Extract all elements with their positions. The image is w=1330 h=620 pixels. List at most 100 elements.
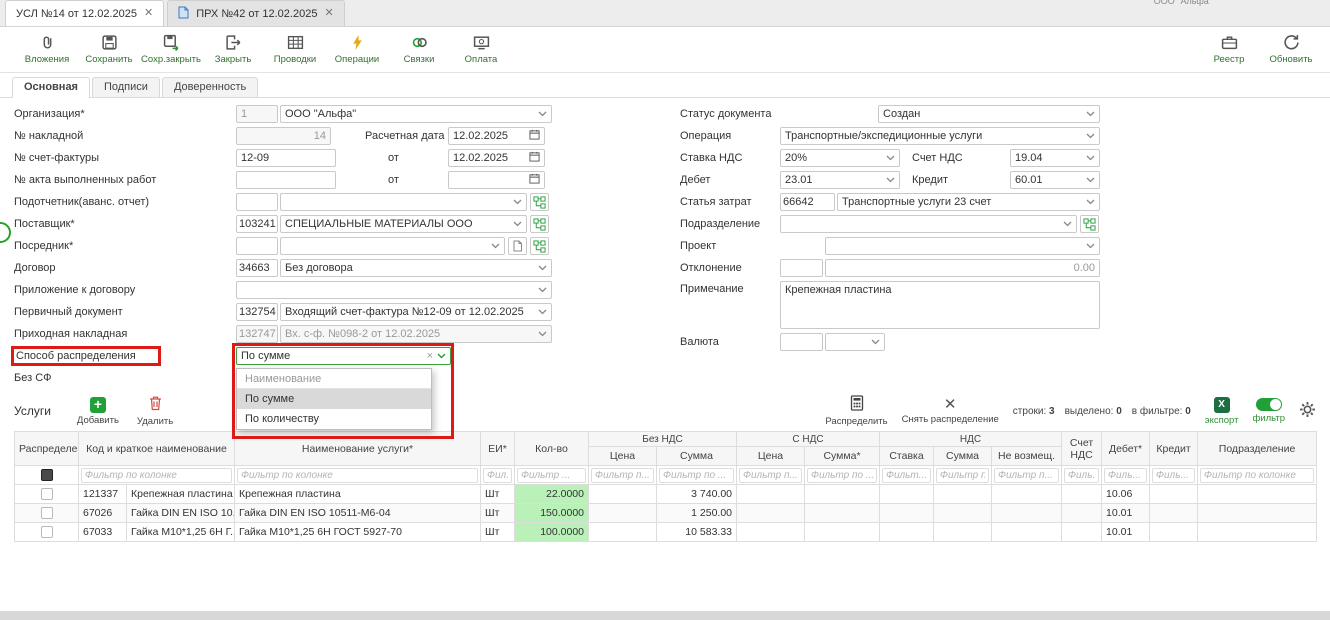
save-button[interactable]: Сохранить bbox=[78, 34, 140, 65]
filter-division-input[interactable] bbox=[1200, 468, 1314, 483]
currency-select[interactable] bbox=[825, 333, 885, 351]
col-qty[interactable]: Кол-во bbox=[515, 432, 589, 466]
filter-nonrefund-input[interactable] bbox=[994, 468, 1059, 483]
receipt-code-field[interactable]: 132747 bbox=[236, 325, 278, 343]
filter-qty-input[interactable] bbox=[517, 468, 586, 483]
filter-debit-input[interactable] bbox=[1104, 468, 1147, 483]
mediator-select[interactable] bbox=[280, 237, 505, 255]
tab-signatures[interactable]: Подписи bbox=[92, 77, 160, 97]
col-vat-rate[interactable]: Ставка bbox=[880, 447, 934, 466]
accountable-select[interactable] bbox=[280, 193, 527, 211]
close-button[interactable]: Закрыть bbox=[202, 34, 264, 65]
cost-item-code-field[interactable]: 66642 bbox=[780, 193, 835, 211]
contract-select[interactable]: Без договора bbox=[280, 259, 552, 277]
filter-price2-input[interactable] bbox=[739, 468, 802, 483]
row-checkbox[interactable] bbox=[41, 507, 53, 519]
supplier-code-field[interactable]: 103241 bbox=[236, 215, 278, 233]
hierarchy-picker-button[interactable] bbox=[530, 237, 549, 255]
project-select[interactable] bbox=[825, 237, 1100, 255]
doc-tab-prh[interactable]: ПРХ №42 от 12.02.2025 ✕ bbox=[167, 0, 344, 26]
col-credit[interactable]: Кредит bbox=[1150, 432, 1198, 466]
filter-sum-input[interactable] bbox=[659, 468, 734, 483]
col-price-no-vat[interactable]: Цена bbox=[589, 447, 657, 466]
tab-poa[interactable]: Доверенность bbox=[162, 77, 258, 97]
invoice-no-field[interactable]: 14 bbox=[236, 127, 331, 145]
close-icon[interactable]: ✕ bbox=[324, 8, 333, 19]
deviation-code-field[interactable] bbox=[780, 259, 823, 277]
col-distributed[interactable]: Распределено bbox=[15, 432, 79, 466]
filter-unit-input[interactable] bbox=[483, 468, 512, 483]
hierarchy-picker-button[interactable] bbox=[530, 193, 549, 211]
document-picker-button[interactable] bbox=[508, 237, 527, 255]
save-close-button[interactable]: Сохр.закрыть bbox=[140, 34, 202, 65]
debit-select[interactable]: 23.01 bbox=[780, 171, 900, 189]
mediator-code-field[interactable] bbox=[236, 237, 278, 255]
row-checkbox[interactable] bbox=[41, 488, 53, 500]
col-vat-sum[interactable]: Сумма bbox=[934, 447, 992, 466]
distribute-button[interactable]: Распределить bbox=[825, 395, 887, 427]
tab-main[interactable]: Основная bbox=[12, 77, 90, 98]
doc-tab-usl[interactable]: УСЛ №14 от 12.02.2025 ✕ bbox=[5, 0, 164, 26]
deviation-value-field[interactable]: 0.00 bbox=[825, 259, 1100, 277]
col-code-name[interactable]: Код и краткое наименование bbox=[79, 432, 235, 466]
primary-doc-select[interactable]: Входящий счет-фактура №12-09 от 12.02.20… bbox=[280, 303, 552, 321]
settings-button[interactable] bbox=[1299, 401, 1316, 421]
filter-credit-input[interactable] bbox=[1152, 468, 1195, 483]
primary-doc-code-field[interactable]: 132754 bbox=[236, 303, 278, 321]
sf-date-field[interactable]: 12.02.2025 bbox=[448, 149, 545, 167]
col-vat-account[interactable]: СчетНДС bbox=[1062, 432, 1102, 466]
undistribute-button[interactable]: ✕ Снять распределение bbox=[902, 398, 999, 425]
add-row-button[interactable]: + Добавить bbox=[77, 397, 119, 426]
attachments-button[interactable]: Вложения bbox=[16, 34, 78, 65]
col-division[interactable]: Подразделение bbox=[1198, 432, 1317, 466]
currency-code-field[interactable] bbox=[780, 333, 823, 351]
registry-button[interactable]: Реестр bbox=[1198, 34, 1260, 65]
col-price-vat[interactable]: Цена bbox=[737, 447, 805, 466]
cost-item-select[interactable]: Транспортные услуги 23 счет bbox=[837, 193, 1100, 211]
division-select[interactable] bbox=[780, 215, 1077, 233]
table-row[interactable]: 121337 Крепежная пластина Крепежная плас… bbox=[15, 485, 1317, 504]
filter-toggle[interactable]: фильтр bbox=[1252, 398, 1285, 424]
table-row[interactable]: 67033 Гайка М10*1,25 6Н Г... Гайка М10*1… bbox=[15, 523, 1317, 542]
select-all-cell[interactable] bbox=[15, 466, 79, 485]
row-checkbox[interactable] bbox=[41, 526, 53, 538]
hierarchy-picker-button[interactable] bbox=[1080, 215, 1099, 233]
act-no-field[interactable] bbox=[236, 171, 336, 189]
refresh-button[interactable]: Обновить bbox=[1260, 34, 1322, 65]
payment-button[interactable]: Оплата bbox=[450, 34, 512, 65]
distribution-select[interactable]: По сумме × bbox=[236, 347, 451, 365]
col-unit[interactable]: ЕИ* bbox=[481, 432, 515, 466]
close-icon[interactable]: ✕ bbox=[144, 8, 153, 19]
accountable-code-field[interactable] bbox=[236, 193, 278, 211]
filter-vat-account-input[interactable] bbox=[1064, 468, 1099, 483]
org-select[interactable]: ООО "Альфа" bbox=[280, 105, 552, 123]
dropdown-option-by-sum[interactable]: По сумме bbox=[237, 389, 431, 409]
receipt-select[interactable]: Вх. с-ф. №098-2 от 12.02.2025 bbox=[280, 325, 552, 343]
export-button[interactable]: X экспорт bbox=[1205, 397, 1239, 426]
postings-button[interactable]: Проводки bbox=[264, 34, 326, 65]
operation-select[interactable]: Транспортные/экспедиционные услуги bbox=[780, 127, 1100, 145]
note-field[interactable]: Крепежная пластина bbox=[780, 281, 1100, 329]
contract-code-field[interactable]: 34663 bbox=[236, 259, 278, 277]
vat-rate-select[interactable]: 20% bbox=[780, 149, 900, 167]
act-date-field[interactable] bbox=[448, 171, 545, 189]
operations-button[interactable]: Операции bbox=[326, 34, 388, 65]
annex-select[interactable] bbox=[236, 281, 552, 299]
status-select[interactable]: Создан bbox=[878, 105, 1100, 123]
table-row[interactable]: 67026 Гайка DIN EN ISO 10... Гайка DIN E… bbox=[15, 504, 1317, 523]
filter-service-name-input[interactable] bbox=[237, 468, 478, 483]
bottom-scrollbar[interactable] bbox=[0, 611, 1330, 620]
col-vat-nonrefund[interactable]: Не возмещ. bbox=[992, 447, 1062, 466]
clear-icon[interactable]: × bbox=[427, 350, 433, 362]
col-sum-vat[interactable]: Сумма* bbox=[805, 447, 880, 466]
supplier-select[interactable]: СПЕЦИАЛЬНЫЕ МАТЕРИАЛЫ ООО bbox=[280, 215, 527, 233]
filter-code-name-input[interactable] bbox=[81, 468, 232, 483]
col-sum-no-vat[interactable]: Сумма bbox=[657, 447, 737, 466]
filter-vat-sum-input[interactable] bbox=[936, 468, 989, 483]
select-all-checkbox[interactable] bbox=[41, 469, 53, 481]
col-service-name[interactable]: Наименование услуги* bbox=[235, 432, 481, 466]
sf-no-field[interactable]: 12-09 bbox=[236, 149, 336, 167]
credit-select[interactable]: 60.01 bbox=[1010, 171, 1100, 189]
calc-date-field[interactable]: 12.02.2025 bbox=[448, 127, 545, 145]
org-code-field[interactable]: 1 bbox=[236, 105, 278, 123]
